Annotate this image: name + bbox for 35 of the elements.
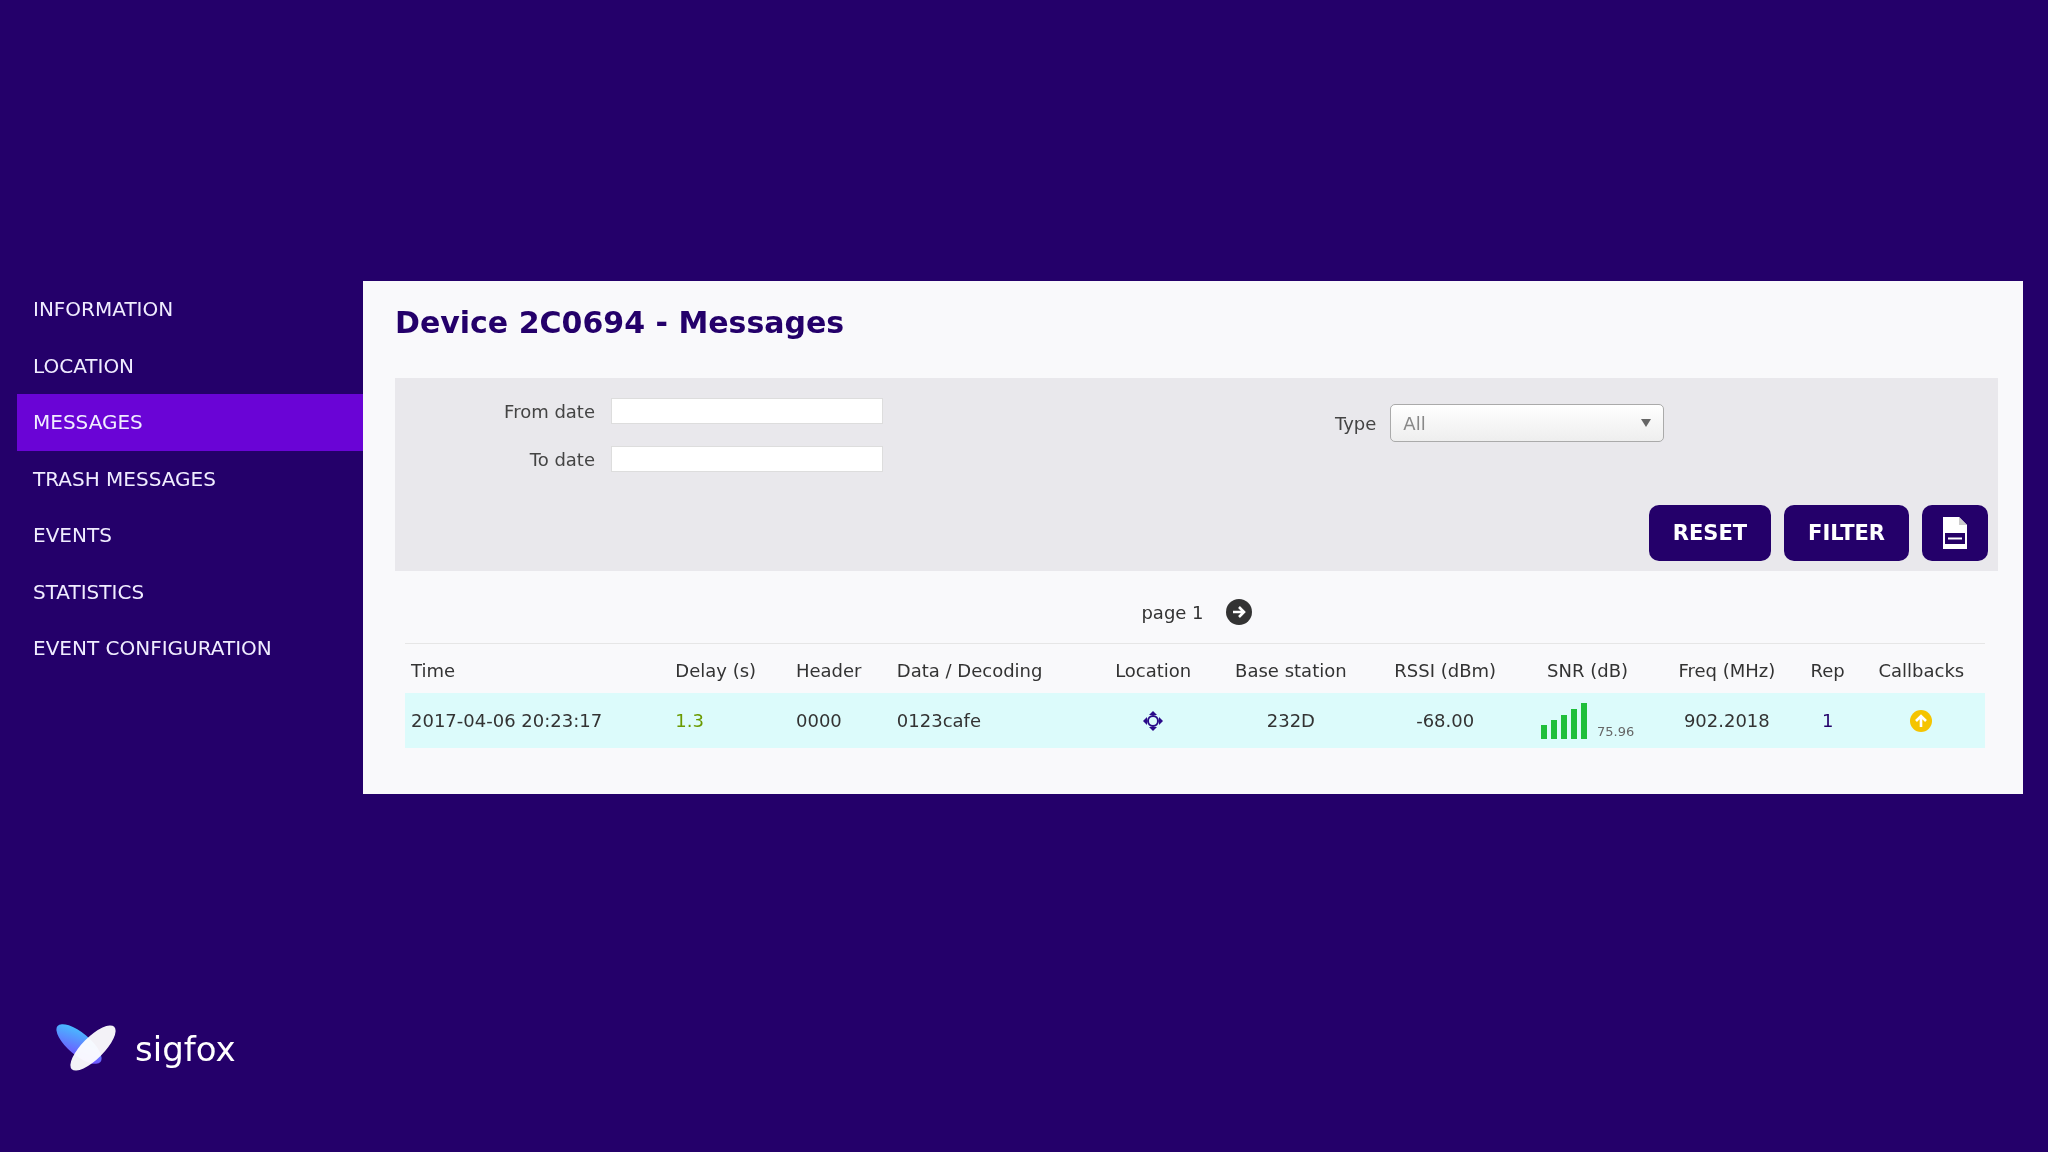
table-cell: 232D: [1210, 693, 1372, 748]
sidebar-item[interactable]: STATISTICS: [17, 563, 363, 620]
page-label: page 1: [1141, 601, 1204, 623]
filter-button[interactable]: FILTER: [1784, 505, 1909, 561]
column-header: Base station: [1210, 643, 1372, 693]
filter-button[interactable]: RESET: [1648, 505, 1772, 561]
column-header: Location: [1095, 643, 1211, 693]
column-header: SNR (dB): [1519, 643, 1657, 693]
column-header: Callbacks: [1857, 643, 1985, 693]
column-header: Delay (s): [669, 643, 790, 693]
sidebar-item[interactable]: MESSAGES: [17, 394, 363, 451]
sidebar-item[interactable]: LOCATION: [17, 337, 363, 394]
column-header: Freq (MHz): [1656, 643, 1798, 693]
table-cell: 0123cafe: [890, 693, 1096, 748]
snr-value: 75.96: [1597, 723, 1635, 739]
column-header: RSSI (dBm): [1371, 643, 1520, 693]
table-cell: 2017-04-06 20:23:17: [405, 693, 670, 748]
table-cell: 0000: [790, 693, 891, 748]
column-header: Data / Decoding: [890, 643, 1096, 693]
logo-text: sigfox: [135, 1029, 236, 1069]
field-label: Type: [1335, 412, 1377, 434]
column-header: Time: [405, 643, 670, 693]
field-label: From date: [503, 400, 596, 422]
sidebar-item[interactable]: TRASH MESSAGES: [17, 450, 363, 507]
table-cell: 902.2018: [1656, 693, 1798, 748]
sidebar-item[interactable]: EVENTS: [17, 507, 363, 564]
page-title: Device 2C0694 - Messages: [395, 305, 846, 340]
table-cell: 1.3: [669, 693, 790, 748]
sidebar-item[interactable]: INFORMATION: [17, 281, 363, 338]
sidebar-item[interactable]: EVENT CONFIGURATION: [17, 620, 363, 677]
column-header: Rep: [1797, 643, 1858, 693]
column-header: Header: [790, 643, 891, 693]
table-cell: 1: [1797, 693, 1858, 748]
table-cell: -68.00: [1371, 693, 1520, 748]
field-label: To date: [528, 448, 596, 470]
